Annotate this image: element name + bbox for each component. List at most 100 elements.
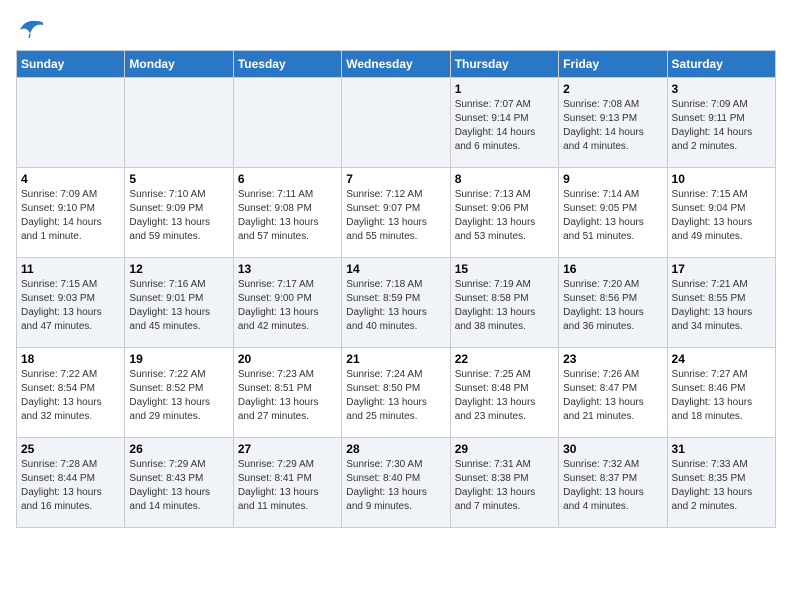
calendar-cell [17,78,125,168]
day-info: Sunrise: 7:27 AM Sunset: 8:46 PM Dayligh… [672,368,771,424]
day-number: 8 [455,172,554,186]
calendar-week-2: 4 Sunrise: 7:09 AM Sunset: 9:10 PM Daylig… [17,168,776,258]
weekday-header-thursday: Thursday [450,51,558,78]
weekday-header-friday: Friday [559,51,667,78]
day-info: Sunrise: 7:22 AM Sunset: 8:52 PM Dayligh… [129,368,228,424]
day-number: 21 [346,352,445,366]
calendar-cell: 5 Sunrise: 7:10 AM Sunset: 9:09 PM Daylig… [125,168,233,258]
day-number: 24 [672,352,771,366]
calendar-header-row: SundayMondayTuesdayWednesdayThursdayFrid… [17,51,776,78]
calendar-cell: 20Sunrise: 7:23 AM Sunset: 8:51 PM Dayli… [233,348,341,438]
day-number: 23 [563,352,662,366]
day-info: Sunrise: 7:16 AM Sunset: 9:01 PM Dayligh… [129,278,228,334]
day-info: Sunrise: 7:29 AM Sunset: 8:41 PM Dayligh… [238,458,337,514]
calendar-cell: 19Sunrise: 7:22 AM Sunset: 8:52 PM Dayli… [125,348,233,438]
day-number: 20 [238,352,337,366]
day-info: Sunrise: 7:20 AM Sunset: 8:56 PM Dayligh… [563,278,662,334]
day-info: Sunrise: 7:09 AM Sunset: 9:10 PM Dayligh… [21,188,120,244]
calendar-cell: 7 Sunrise: 7:12 AM Sunset: 9:07 PM Daylig… [342,168,450,258]
day-number: 15 [455,262,554,276]
calendar-table: SundayMondayTuesdayWednesdayThursdayFrid… [16,50,776,528]
day-info: Sunrise: 7:13 AM Sunset: 9:06 PM Dayligh… [455,188,554,244]
calendar-week-3: 11 Sunrise: 7:15 AM Sunset: 9:03 PM Dayli… [17,258,776,348]
day-info: Sunrise: 7:09 AM Sunset: 9:11 PM Dayligh… [672,98,771,154]
calendar-cell: 25Sunrise: 7:28 AM Sunset: 8:44 PM Dayli… [17,438,125,528]
calendar-cell [342,78,450,168]
calendar-cell: 23 Sunrise: 7:26 AM Sunset: 8:47 PM Dayli… [559,348,667,438]
day-info: Sunrise: 7:30 AM Sunset: 8:40 PM Dayligh… [346,458,445,514]
calendar-cell [125,78,233,168]
day-number: 28 [346,442,445,456]
day-number: 17 [672,262,771,276]
calendar-cell: 28 Sunrise: 7:30 AM Sunset: 8:40 PM Dayli… [342,438,450,528]
calendar-cell: 6 Sunrise: 7:11 AM Sunset: 9:08 PM Daylig… [233,168,341,258]
day-info: Sunrise: 7:32 AM Sunset: 8:37 PM Dayligh… [563,458,662,514]
day-number: 2 [563,82,662,96]
day-number: 11 [21,262,120,276]
calendar-cell: 26Sunrise: 7:29 AM Sunset: 8:43 PM Dayli… [125,438,233,528]
day-number: 16 [563,262,662,276]
calendar-cell: 31Sunrise: 7:33 AM Sunset: 8:35 PM Dayli… [667,438,775,528]
calendar-cell: 27Sunrise: 7:29 AM Sunset: 8:41 PM Dayli… [233,438,341,528]
calendar-cell: 16 Sunrise: 7:20 AM Sunset: 8:56 PM Dayli… [559,258,667,348]
calendar-cell: 1 Sunrise: 7:07 AM Sunset: 9:14 PM Daylig… [450,78,558,168]
calendar-cell: 15 Sunrise: 7:19 AM Sunset: 8:58 PM Dayli… [450,258,558,348]
calendar-cell: 29 Sunrise: 7:31 AM Sunset: 8:38 PM Dayli… [450,438,558,528]
page-header [16,16,776,38]
logo [16,16,48,38]
day-info: Sunrise: 7:26 AM Sunset: 8:47 PM Dayligh… [563,368,662,424]
calendar-cell: 8 Sunrise: 7:13 AM Sunset: 9:06 PM Daylig… [450,168,558,258]
day-info: Sunrise: 7:07 AM Sunset: 9:14 PM Dayligh… [455,98,554,154]
calendar-week-4: 18 Sunrise: 7:22 AM Sunset: 8:54 PM Dayli… [17,348,776,438]
day-info: Sunrise: 7:10 AM Sunset: 9:09 PM Dayligh… [129,188,228,244]
day-number: 14 [346,262,445,276]
calendar-cell: 4 Sunrise: 7:09 AM Sunset: 9:10 PM Daylig… [17,168,125,258]
day-info: Sunrise: 7:31 AM Sunset: 8:38 PM Dayligh… [455,458,554,514]
day-number: 22 [455,352,554,366]
calendar-cell: 21 Sunrise: 7:24 AM Sunset: 8:50 PM Dayli… [342,348,450,438]
day-number: 13 [238,262,337,276]
calendar-cell: 2 Sunrise: 7:08 AM Sunset: 9:13 PM Daylig… [559,78,667,168]
calendar-cell [233,78,341,168]
day-number: 3 [672,82,771,96]
calendar-cell: 30Sunrise: 7:32 AM Sunset: 8:37 PM Dayli… [559,438,667,528]
day-number: 1 [455,82,554,96]
day-number: 10 [672,172,771,186]
weekday-header-saturday: Saturday [667,51,775,78]
weekday-header-sunday: Sunday [17,51,125,78]
day-number: 4 [21,172,120,186]
day-info: Sunrise: 7:14 AM Sunset: 9:05 PM Dayligh… [563,188,662,244]
weekday-header-monday: Monday [125,51,233,78]
calendar-cell: 22 Sunrise: 7:25 AM Sunset: 8:48 PM Dayli… [450,348,558,438]
weekday-header-tuesday: Tuesday [233,51,341,78]
calendar-cell: 18 Sunrise: 7:22 AM Sunset: 8:54 PM Dayli… [17,348,125,438]
calendar-cell: 9 Sunrise: 7:14 AM Sunset: 9:05 PM Daylig… [559,168,667,258]
calendar-week-1: 1 Sunrise: 7:07 AM Sunset: 9:14 PM Daylig… [17,78,776,168]
day-info: Sunrise: 7:11 AM Sunset: 9:08 PM Dayligh… [238,188,337,244]
day-info: Sunrise: 7:22 AM Sunset: 8:54 PM Dayligh… [21,368,120,424]
day-number: 12 [129,262,228,276]
day-number: 6 [238,172,337,186]
calendar-cell: 14Sunrise: 7:18 AM Sunset: 8:59 PM Dayli… [342,258,450,348]
day-info: Sunrise: 7:21 AM Sunset: 8:55 PM Dayligh… [672,278,771,334]
day-info: Sunrise: 7:19 AM Sunset: 8:58 PM Dayligh… [455,278,554,334]
day-info: Sunrise: 7:15 AM Sunset: 9:03 PM Dayligh… [21,278,120,334]
day-number: 7 [346,172,445,186]
day-number: 9 [563,172,662,186]
day-info: Sunrise: 7:24 AM Sunset: 8:50 PM Dayligh… [346,368,445,424]
day-info: Sunrise: 7:15 AM Sunset: 9:04 PM Dayligh… [672,188,771,244]
day-info: Sunrise: 7:08 AM Sunset: 9:13 PM Dayligh… [563,98,662,154]
day-number: 31 [672,442,771,456]
calendar-week-5: 25Sunrise: 7:28 AM Sunset: 8:44 PM Dayli… [17,438,776,528]
day-number: 29 [455,442,554,456]
day-info: Sunrise: 7:12 AM Sunset: 9:07 PM Dayligh… [346,188,445,244]
calendar-cell: 24 Sunrise: 7:27 AM Sunset: 8:46 PM Dayli… [667,348,775,438]
calendar-cell: 12 Sunrise: 7:16 AM Sunset: 9:01 PM Dayli… [125,258,233,348]
day-info: Sunrise: 7:25 AM Sunset: 8:48 PM Dayligh… [455,368,554,424]
calendar-cell: 10 Sunrise: 7:15 AM Sunset: 9:04 PM Dayli… [667,168,775,258]
day-info: Sunrise: 7:17 AM Sunset: 9:00 PM Dayligh… [238,278,337,334]
day-number: 18 [21,352,120,366]
day-number: 5 [129,172,228,186]
day-info: Sunrise: 7:28 AM Sunset: 8:44 PM Dayligh… [21,458,120,514]
weekday-header-wednesday: Wednesday [342,51,450,78]
